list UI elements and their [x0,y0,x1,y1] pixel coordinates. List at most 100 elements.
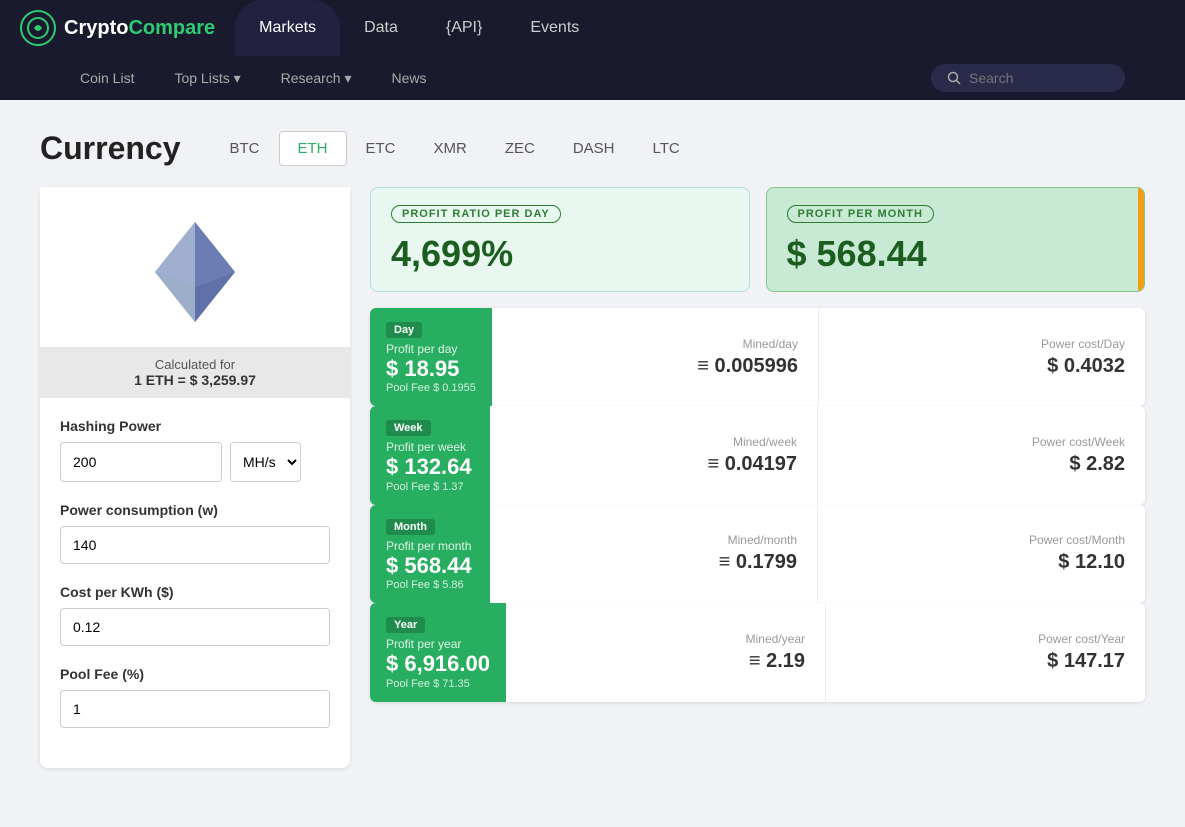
row-profit-1: $ 132.64 [386,454,474,480]
logo[interactable]: CryptoCompare [20,10,215,46]
profit-month-value: $ 568.44 [787,233,1125,275]
tab-etc[interactable]: ETC [347,131,415,166]
yellow-indicator [1138,188,1144,291]
row-left-0: Day Profit per day $ 18.95 Pool Fee $ 0.… [370,308,492,406]
power-consumption-label: Power consumption (w) [60,502,330,518]
row-mid-1: Mined/week ≡ 0.04197 [490,406,818,504]
row-poolfee-3: Pool Fee $ 71.35 [386,678,490,690]
row-poolfee-2: Pool Fee $ 5.86 [386,579,474,591]
nav-item-markets[interactable]: Markets [235,0,340,56]
cost-per-kwh-input[interactable] [60,608,330,646]
tab-zec[interactable]: ZEC [486,131,554,166]
row-right-1: Power cost/Week $ 2.82 [818,406,1145,504]
profit-ratio-value: 4,699% [391,233,729,275]
profit-ratio-label: PROFIT RATIO PER DAY [391,205,561,223]
search-icon [947,71,961,85]
row-power-label-3: Power cost/Year [846,632,1125,646]
top-navigation: CryptoCompare Markets Data {API} Events [0,0,1185,56]
row-mined-label-0: Mined/day [512,337,798,351]
data-rows-container: Day Profit per day $ 18.95 Pool Fee $ 0.… [370,308,1145,702]
calc-for: Calculated for 1 ETH = $ 3,259.97 [40,347,350,398]
row-power-value-1: $ 2.82 [838,453,1125,476]
search-box[interactable] [931,64,1125,92]
nav-item-events[interactable]: Events [506,0,603,56]
tab-dash[interactable]: DASH [554,131,634,166]
search-input[interactable] [969,70,1109,86]
row-power-label-0: Power cost/Day [839,337,1125,351]
pool-fee-label: Pool Fee (%) [60,666,330,682]
hashing-power-row: MH/s GH/s TH/s [60,442,330,482]
data-row-day: Day Profit per day $ 18.95 Pool Fee $ 0.… [370,308,1145,406]
row-mid-2: Mined/month ≡ 0.1799 [490,505,818,603]
currency-header: Currency BTC ETH ETC XMR ZEC DASH LTC [40,130,1145,167]
row-profit-0: $ 18.95 [386,356,476,382]
page-title: Currency [40,130,181,167]
row-poolfee-0: Pool Fee $ 0.1955 [386,382,476,394]
sec-nav-coinlist[interactable]: Coin List [60,56,154,100]
row-label-0: Profit per day [386,342,476,356]
input-section: Hashing Power MH/s GH/s TH/s Power consu… [40,398,350,768]
row-mid-3: Mined/year ≡ 2.19 [506,603,826,701]
row-label-1: Profit per week [386,440,474,454]
data-row-week: Week Profit per week $ 132.64 Pool Fee $… [370,406,1145,504]
logo-text-compare: Compare [128,17,215,39]
row-mined-value-3: ≡ 2.19 [526,650,805,673]
row-power-value-3: $ 147.17 [846,650,1125,673]
top-stats: PROFIT RATIO PER DAY 4,699% PROFIT PER M… [370,187,1145,292]
hashing-power-input[interactable] [60,442,222,482]
row-right-0: Power cost/Day $ 0.4032 [819,308,1145,406]
row-mined-value-2: ≡ 0.1799 [510,551,797,574]
cost-per-kwh-label: Cost per KWh ($) [60,584,330,600]
row-power-label-2: Power cost/Month [838,533,1125,547]
row-mined-label-1: Mined/week [510,435,797,449]
row-period-0: Day [386,322,422,338]
row-mined-value-1: ≡ 0.04197 [510,453,797,476]
tab-ltc[interactable]: LTC [634,131,699,166]
tab-btc[interactable]: BTC [211,131,279,166]
data-row-year: Year Profit per year $ 6,916.00 Pool Fee… [370,603,1145,701]
nav-item-data[interactable]: Data [340,0,422,56]
row-left-2: Month Profit per month $ 568.44 Pool Fee… [370,505,490,603]
row-right-3: Power cost/Year $ 147.17 [826,603,1145,701]
data-row-month: Month Profit per month $ 568.44 Pool Fee… [370,505,1145,603]
row-power-value-0: $ 0.4032 [839,355,1125,378]
row-mid-0: Mined/day ≡ 0.005996 [492,308,819,406]
tab-xmr[interactable]: XMR [415,131,486,166]
sec-nav-news[interactable]: News [371,56,446,100]
row-period-1: Week [386,420,431,436]
row-period-3: Year [386,617,425,633]
row-poolfee-1: Pool Fee $ 1.37 [386,481,474,493]
row-profit-2: $ 568.44 [386,553,474,579]
currency-tabs: BTC ETH ETC XMR ZEC DASH LTC [211,131,699,166]
row-right-2: Power cost/Month $ 12.10 [818,505,1145,603]
main-content: Currency BTC ETH ETC XMR ZEC DASH LTC [0,100,1185,798]
row-mined-value-0: ≡ 0.005996 [512,355,798,378]
row-power-label-1: Power cost/Week [838,435,1125,449]
profit-month-label: PROFIT PER MONTH [787,205,934,223]
hashing-power-label: Hashing Power [60,418,330,434]
row-power-value-2: $ 12.10 [838,551,1125,574]
row-profit-3: $ 6,916.00 [386,651,490,677]
power-consumption-input[interactable] [60,526,330,564]
card-grid: Calculated for 1 ETH = $ 3,259.97 Hashin… [40,187,1145,768]
sec-nav-research[interactable]: Research ▾ [261,56,372,100]
row-mined-label-2: Mined/month [510,533,797,547]
sec-nav-toplists[interactable]: Top Lists ▾ [154,56,260,100]
secondary-navigation: Coin List Top Lists ▾ Research ▾ News [0,56,1185,100]
eth-logo [150,217,240,327]
nav-item-api[interactable]: {API} [422,0,506,56]
eth-price: 1 ETH = $ 3,259.97 [50,372,340,388]
right-panel: PROFIT RATIO PER DAY 4,699% PROFIT PER M… [370,187,1145,768]
profit-month-card: PROFIT PER MONTH $ 568.44 [766,187,1146,292]
row-left-3: Year Profit per year $ 6,916.00 Pool Fee… [370,603,506,701]
row-period-2: Month [386,519,435,535]
row-mined-label-3: Mined/year [526,632,805,646]
nav-items: Markets Data {API} Events [235,0,1165,56]
logo-text-crypto: Crypto [64,17,128,39]
logo-icon [20,10,56,46]
tab-eth[interactable]: ETH [279,131,347,166]
pool-fee-input[interactable] [60,690,330,728]
left-panel: Calculated for 1 ETH = $ 3,259.97 Hashin… [40,187,350,768]
row-label-3: Profit per year [386,637,490,651]
hashing-power-unit-select[interactable]: MH/s GH/s TH/s [230,442,301,482]
